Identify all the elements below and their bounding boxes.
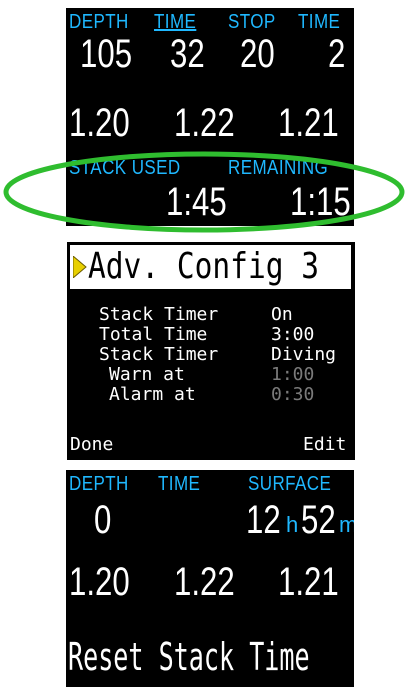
surface-hours: 12 [246,498,281,542]
stop-time-value: 2 [328,32,346,76]
stack-timer-mode-value[interactable]: Diving [271,346,336,364]
time-header: TIME [158,473,201,495]
menu-title-bar: Adv. Config 3 [70,245,351,289]
ppo2-sensor-1: 1.20 [69,560,130,604]
time-header: TIME [154,11,197,33]
reset-stack-time-button[interactable]: Reset Stack Time [68,638,310,676]
stack-timer-label: Stack Timer [99,304,219,325]
stop-header: STOP [228,11,276,33]
ppo2-sensor-2: 1.22 [174,560,235,604]
done-button[interactable]: Done [70,436,113,454]
adv-config-menu: Adv. Config 3 Stack Timer On Total Time … [67,242,355,460]
total-time-label: Total Time [99,324,208,345]
alarm-at-label: Alarm at [109,384,196,405]
depth-value: 105 [80,32,133,76]
edit-button[interactable]: Edit [303,436,346,454]
minutes-unit: m [339,512,354,537]
stack-timer-value[interactable]: On [271,306,293,324]
depth-header: DEPTH [69,11,129,33]
surface-screen: DEPTH TIME SURFACE 0 12 h 52 m 1.20 1.22… [66,470,354,687]
stop-time-header: TIME [298,11,341,33]
hours-unit: h [286,512,299,537]
stack-timer-mode-label: Stack Timer [99,344,219,365]
selection-pointer-icon [73,256,87,278]
total-time-value[interactable]: 3:00 [271,326,314,344]
surface-header: SURFACE [248,473,332,495]
highlight-ellipse [3,151,405,233]
ppo2-sensor-3: 1.21 [278,560,339,604]
depth-header: DEPTH [69,473,129,495]
alarm-at-value: 0:30 [271,384,315,405]
menu-title: Adv. Config 3 [88,246,320,287]
warn-at-value: 1:00 [271,364,315,385]
time-value: 32 [170,32,205,76]
surface-minutes: 52 [301,498,336,542]
warn-at-label: Warn at [109,364,185,385]
depth-value: 0 [94,498,112,542]
stop-value: 20 [240,32,275,76]
